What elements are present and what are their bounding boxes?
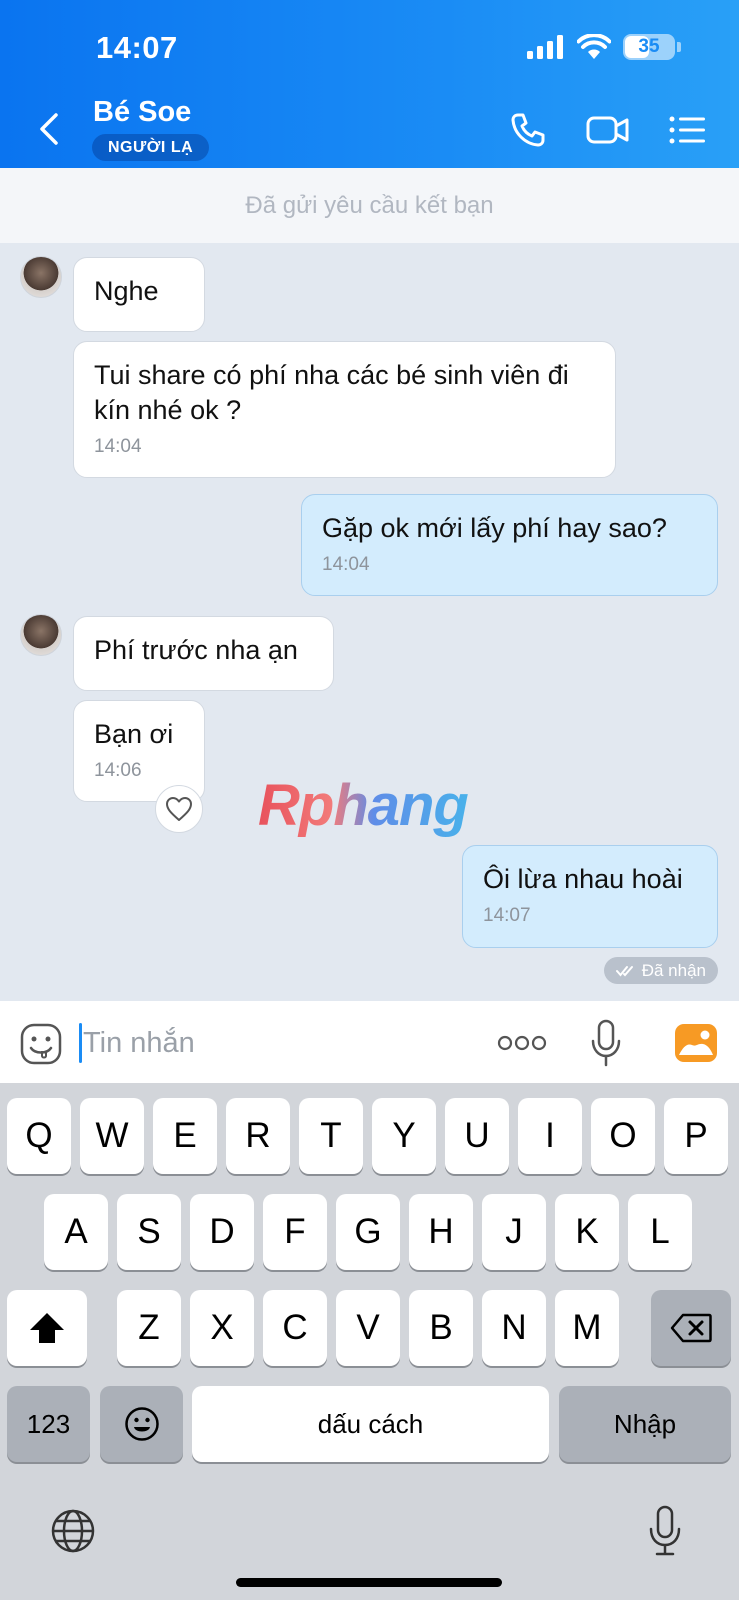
watermark-logo: Rphang bbox=[258, 773, 469, 838]
message-time: 14:07 bbox=[483, 905, 531, 926]
battery-icon: 35 bbox=[623, 34, 675, 60]
avatar[interactable] bbox=[20, 256, 62, 298]
stranger-badge: NGƯỜI LẠ bbox=[92, 134, 210, 161]
keyboard: Q W E R T Y U I O P A S D F G H J K L Z … bbox=[0, 1083, 739, 1600]
message-text: Ôi lừa nhau hoài bbox=[483, 864, 683, 894]
key-c[interactable]: C bbox=[263, 1290, 327, 1366]
numbers-key[interactable]: 123 bbox=[7, 1386, 90, 1462]
voice-record-icon[interactable] bbox=[590, 1019, 622, 1067]
message-bubble-outgoing[interactable]: Gặp ok mới lấy phí hay sao? 14:04 bbox=[301, 494, 718, 596]
backspace-key[interactable] bbox=[651, 1290, 731, 1366]
key-y[interactable]: Y bbox=[372, 1098, 436, 1174]
key-u[interactable]: U bbox=[445, 1098, 509, 1174]
message-bubble-incoming[interactable]: Tui share có phí nha các bé sinh viên đi… bbox=[73, 341, 616, 478]
message-bubble-incoming[interactable]: Nghe bbox=[73, 257, 205, 332]
key-l[interactable]: L bbox=[628, 1194, 692, 1270]
key-g[interactable]: G bbox=[336, 1194, 400, 1270]
return-key[interactable]: Nhập bbox=[559, 1386, 731, 1462]
message-time: 14:06 bbox=[94, 760, 142, 781]
key-j[interactable]: J bbox=[482, 1194, 546, 1270]
key-z[interactable]: Z bbox=[117, 1290, 181, 1366]
message-text: Gặp ok mới lấy phí hay sao? bbox=[322, 513, 667, 543]
shift-key[interactable] bbox=[7, 1290, 87, 1366]
video-call-icon[interactable] bbox=[586, 110, 630, 150]
battery-level: 35 bbox=[638, 36, 660, 57]
react-heart-button[interactable] bbox=[155, 785, 203, 833]
more-options-icon[interactable] bbox=[497, 1031, 547, 1055]
globe-icon[interactable] bbox=[50, 1508, 96, 1554]
emoji-key[interactable] bbox=[100, 1386, 183, 1462]
message-time: 14:04 bbox=[94, 436, 142, 457]
text-caret bbox=[79, 1023, 82, 1063]
message-text: Nghe bbox=[94, 276, 159, 306]
space-key[interactable]: dấu cách bbox=[192, 1386, 549, 1462]
key-r[interactable]: R bbox=[226, 1098, 290, 1174]
signal-icon bbox=[527, 35, 563, 59]
read-receipt-label: Đã nhận bbox=[641, 961, 706, 980]
contact-name[interactable]: Bé Soe bbox=[93, 96, 191, 129]
message-text: Phí trước nha ạn bbox=[94, 635, 298, 665]
double-check-icon bbox=[615, 965, 633, 977]
avatar[interactable] bbox=[20, 614, 62, 656]
key-x[interactable]: X bbox=[190, 1290, 254, 1366]
key-s[interactable]: S bbox=[117, 1194, 181, 1270]
key-b[interactable]: B bbox=[409, 1290, 473, 1366]
key-o[interactable]: O bbox=[591, 1098, 655, 1174]
message-input[interactable] bbox=[83, 1019, 463, 1067]
backspace-icon bbox=[670, 1313, 712, 1343]
key-k[interactable]: K bbox=[555, 1194, 619, 1270]
home-indicator[interactable] bbox=[236, 1578, 502, 1587]
key-p[interactable]: P bbox=[664, 1098, 728, 1174]
shift-icon bbox=[30, 1313, 64, 1343]
message-time: 14:04 bbox=[322, 554, 370, 575]
back-button[interactable] bbox=[34, 112, 64, 146]
read-receipt: Đã nhận bbox=[603, 957, 718, 984]
key-e[interactable]: E bbox=[153, 1098, 217, 1174]
wifi-icon bbox=[577, 34, 611, 59]
message-bubble-outgoing[interactable]: Ôi lừa nhau hoài 14:07 bbox=[462, 845, 718, 948]
status-time: 14:07 bbox=[96, 30, 178, 65]
status-icons: 35 bbox=[527, 34, 681, 60]
message-bubble-incoming[interactable]: Phí trước nha ạn bbox=[73, 616, 334, 691]
dictation-mic-icon[interactable] bbox=[648, 1505, 682, 1557]
key-m[interactable]: M bbox=[555, 1290, 619, 1366]
message-text: Bạn ơi bbox=[94, 719, 174, 749]
key-i[interactable]: I bbox=[518, 1098, 582, 1174]
sticker-emoji-icon[interactable] bbox=[20, 1023, 62, 1065]
key-f[interactable]: F bbox=[263, 1194, 327, 1270]
key-w[interactable]: W bbox=[80, 1098, 144, 1174]
key-h[interactable]: H bbox=[409, 1194, 473, 1270]
menu-list-icon[interactable] bbox=[668, 110, 706, 150]
chat-header: 14:07 35 Bé Soe NGƯỜI LẠ bbox=[0, 0, 739, 168]
key-q[interactable]: Q bbox=[7, 1098, 71, 1174]
key-a[interactable]: A bbox=[44, 1194, 108, 1270]
heart-icon bbox=[166, 797, 192, 821]
key-t[interactable]: T bbox=[299, 1098, 363, 1174]
photo-gallery-icon[interactable] bbox=[674, 1023, 718, 1063]
phone-call-icon[interactable] bbox=[508, 110, 548, 150]
emoji-face-icon bbox=[124, 1407, 159, 1441]
message-composer bbox=[0, 1001, 739, 1083]
message-text: Tui share có phí nha các bé sinh viên đi… bbox=[94, 360, 569, 425]
key-d[interactable]: D bbox=[190, 1194, 254, 1270]
friend-request-banner: Đã gửi yêu cầu kết bạn bbox=[0, 168, 739, 243]
key-n[interactable]: N bbox=[482, 1290, 546, 1366]
key-v[interactable]: V bbox=[336, 1290, 400, 1366]
